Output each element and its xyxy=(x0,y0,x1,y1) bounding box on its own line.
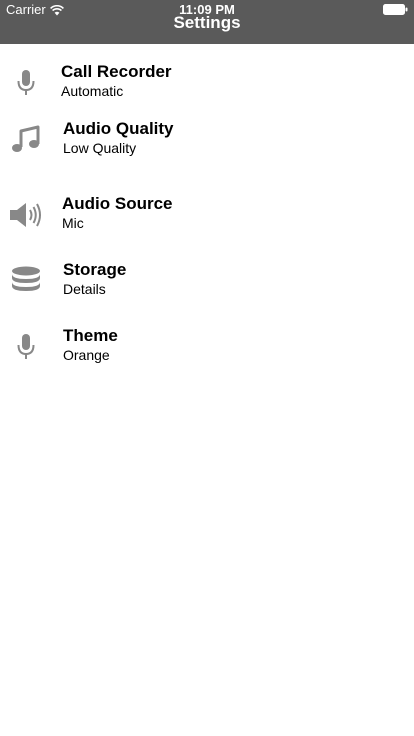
setting-title: Theme xyxy=(63,326,118,345)
setting-value: Orange xyxy=(63,347,110,363)
setting-storage[interactable]: Storage Details xyxy=(0,260,414,316)
database-icon xyxy=(9,264,43,298)
microphone-icon xyxy=(9,330,43,364)
microphone-icon xyxy=(9,66,43,100)
setting-audio-quality[interactable]: Audio Quality Low Quality xyxy=(0,119,414,175)
setting-title: Storage xyxy=(63,260,127,279)
setting-title: Audio Source xyxy=(62,194,173,213)
speaker-icon xyxy=(8,198,42,232)
setting-title: Call Recorder xyxy=(61,62,172,81)
music-note-icon xyxy=(9,123,43,157)
setting-value: Mic xyxy=(62,215,84,231)
setting-value: Low Quality xyxy=(63,140,137,156)
setting-value: Details xyxy=(63,281,106,297)
top-bar: Carrier 11:09 PM Settings xyxy=(0,0,414,44)
setting-title: Audio Quality xyxy=(63,119,174,138)
setting-audio-source[interactable]: Audio Source Mic xyxy=(0,194,414,250)
setting-value: Automatic xyxy=(61,83,124,99)
page-title: Settings xyxy=(173,13,241,32)
setting-call-recorder[interactable]: Call Recorder Automatic xyxy=(0,62,414,118)
setting-theme[interactable]: Theme Orange xyxy=(0,326,414,382)
